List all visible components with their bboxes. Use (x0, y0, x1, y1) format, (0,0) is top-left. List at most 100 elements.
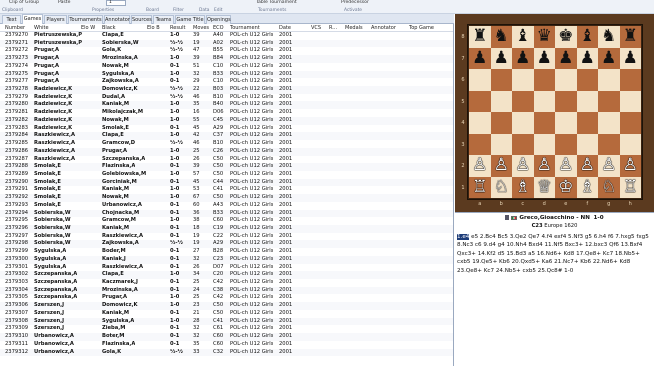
board-square[interactable] (555, 112, 577, 134)
column-header[interactable]: Top Game (408, 24, 434, 32)
black-king-icon[interactable]: ♚ (555, 26, 577, 48)
table-row[interactable]: 2379278 Radziewicz,K Domowicz,K ½-½ 22 B03 POL… (0, 86, 453, 94)
black-pawn-icon[interactable]: ♟ (512, 48, 534, 70)
table-row[interactable]: 2379301 Sygulska,A Raszkiewicz,A 0-1 26 D07 PO… (0, 264, 453, 272)
board-square[interactable] (555, 69, 577, 91)
ribbon-item[interactable]: Paste (58, 0, 70, 5)
ribbon-item[interactable]: Predecessor (341, 0, 369, 5)
tab-text[interactable]: Text (2, 15, 21, 24)
table-row[interactable]: 2379270 Pietruszewska,P Clapa,E 1-0 39 A40 POL… (0, 32, 453, 40)
table-row[interactable]: 2379273 Prugar,A Mrozinska,A 1-0 39 B84 POL-ch… (0, 55, 453, 63)
column-header[interactable]: VCS (310, 24, 321, 32)
board-square[interactable] (598, 112, 620, 134)
white-bishop-icon[interactable]: ♗ (577, 177, 599, 199)
table-row[interactable]: 2379282 Radziewicz,K Nowak,M 1-0 55 C45 POL-ch… (0, 116, 453, 125)
white-queen-icon[interactable]: ♕ (534, 177, 556, 199)
white-pawn-icon[interactable]: ♙ (512, 155, 534, 177)
table-row[interactable]: 2379297 Sobierska,W Raszkiewicz,A 0-1 19 C22 P… (0, 233, 453, 241)
column-header[interactable]: R... (328, 24, 337, 32)
table-row[interactable]: 2379287 Raszkiewicz,A Szczepanska,A 1-0 26 C5… (0, 156, 453, 164)
board-square[interactable] (576, 90, 598, 112)
table-row[interactable]: 2379293 Smolak,E Urbanowicz,A 0-1 60 A43 POL-c… (0, 202, 453, 210)
white-bishop-icon[interactable]: ♗ (512, 177, 534, 199)
column-header[interactable]: Annotator (370, 24, 396, 32)
tab-openings[interactable]: Openings (206, 15, 231, 24)
table-row[interactable]: 2379309 Szerszen,J Zieba,M 0-1 32 C61 POL-ch U… (0, 325, 453, 333)
table-row[interactable]: 2379307 Szerszen,J Kaniak,M 0-1 21 C50 POL-ch … (0, 310, 453, 318)
table-row[interactable]: 2379312 Urbanowicz,A Gola,K ½-½ 33 C32 POL-ch … (0, 348, 453, 357)
white-king-icon[interactable]: ♔ (555, 177, 577, 199)
black-rook-icon[interactable]: ♜ (620, 26, 642, 48)
white-pawn-icon[interactable]: ♙ (555, 155, 577, 177)
tab-game-title[interactable]: Game Title (175, 15, 205, 24)
board-square[interactable] (469, 112, 491, 134)
table-row[interactable]: 2379286 Raszkiewicz,A Prugar,A 1-0 25 C26 POL-… (0, 147, 453, 156)
black-pawn-icon[interactable]: ♟ (491, 48, 513, 70)
board-square[interactable] (619, 69, 641, 91)
board-square[interactable] (533, 90, 555, 112)
black-rook-icon[interactable]: ♜ (469, 26, 491, 48)
board-square[interactable] (490, 133, 512, 155)
white-pawn-icon[interactable]: ♙ (534, 155, 556, 177)
column-header[interactable]: Number (4, 24, 25, 32)
table-row[interactable]: 2379277 Prugar,A Zajkowska,A 0-1 29 C10 POL-ch… (0, 78, 453, 86)
ribbon-item[interactable]: Clip of Group (9, 0, 39, 5)
column-header[interactable]: Elo B (146, 24, 160, 32)
board-square[interactable] (555, 133, 577, 155)
board-square[interactable] (512, 69, 534, 91)
column-header[interactable]: Elo W (80, 24, 95, 32)
board-square[interactable] (576, 112, 598, 134)
board-square[interactable] (490, 90, 512, 112)
table-row[interactable]: 2379306 Szerszen,J Domowicz,K 1-0 23 C50 POL-c… (0, 302, 453, 310)
table-row[interactable]: 2379303 Szczepanska,A Kaczmarek,J 0-1 25 C42 P… (0, 279, 453, 287)
black-knight-icon[interactable]: ♞ (491, 26, 513, 48)
table-row[interactable]: 2379275 Prugar,A Sygulska,A 1-0 32 B33 POL-ch … (0, 70, 453, 79)
black-pawn-icon[interactable]: ♟ (555, 48, 577, 70)
table-row[interactable]: 2379296 Sobierska,W Kaniak,M 0-1 18 C19 POL-ch… (0, 225, 453, 233)
table-row[interactable]: 2379288 Smolak,E Flazinska,A 0-1 39 C50 POL-ch… (0, 163, 453, 171)
table-row[interactable]: 2379311 Urbanowicz,A Flazinska,A 0-1 35 C60 PO… (0, 341, 453, 349)
table-row[interactable]: 2379308 Szerszen,J Sygulska,A 1-0 28 C41 POL-c… (0, 317, 453, 326)
black-queen-icon[interactable]: ♛ (534, 26, 556, 48)
board-square[interactable] (533, 69, 555, 91)
black-pawn-icon[interactable]: ♟ (577, 48, 599, 70)
tab-players[interactable]: Players (44, 15, 67, 24)
board-square[interactable] (512, 90, 534, 112)
move-list[interactable]: 1.e4 e5 2.Bc4 Bc5 3.Qe2 Qe7 4.f4 exf4 5.… (457, 233, 652, 275)
board-square[interactable] (576, 69, 598, 91)
white-pawn-icon[interactable]: ♙ (469, 155, 491, 177)
white-pawn-icon[interactable]: ♙ (491, 155, 513, 177)
board-square[interactable] (490, 69, 512, 91)
column-header[interactable]: ECO (212, 24, 224, 32)
tab-tournaments[interactable]: Tournaments (68, 15, 103, 24)
white-rook-icon[interactable]: ♖ (620, 177, 642, 199)
white-knight-icon[interactable]: ♘ (491, 177, 513, 199)
table-row[interactable]: 2379298 Sobierska,W Zajkowska,A ½-½ 19 A29 POL… (0, 240, 453, 249)
board-square[interactable] (598, 90, 620, 112)
table-row[interactable]: 2379279 Radziewicz,K Dudal,A ½-½ 46 B10 POL-ch… (0, 94, 453, 102)
column-header[interactable]: Medals (344, 24, 363, 32)
table-row[interactable]: 2379310 Urbanowicz,A Boter,M 0-1 32 C60 POL-ch… (0, 333, 453, 341)
table-row[interactable]: 2379304 Szczepanska,A Mrozinska,A 0-1 24 C38 P… (0, 286, 453, 295)
table-row[interactable]: 2379283 Radziewicz,K Smolak,E 0-1 45 A29 POL-c… (0, 125, 453, 133)
black-pawn-icon[interactable]: ♟ (469, 48, 491, 70)
board-square[interactable] (469, 90, 491, 112)
table-row[interactable]: 2379281 Radziewicz,K Mikolajczak,M 1-0 16 D06… (0, 109, 453, 117)
table-row[interactable]: 2379284 Raszkiewicz,A Clapa,E 1-0 42 C37 POL-c… (0, 132, 453, 141)
ribbon-item[interactable]: Table Tournament (256, 0, 297, 5)
table-row[interactable]: 2379290 Smolak,E Gorciniak,M 0-1 45 C44 POL-ch… (0, 178, 453, 187)
move-text[interactable]: e5 2.Bc4 Bc5 3.Qe2 Qe7 4.f4 exf4 5.Nf3 g… (457, 234, 649, 274)
black-pawn-icon[interactable]: ♟ (620, 48, 642, 70)
board-square[interactable] (619, 90, 641, 112)
column-header[interactable]: Date (278, 24, 291, 32)
current-move[interactable]: 1.e4 (457, 234, 470, 240)
table-row[interactable]: 2379285 Raszkiewicz,A Gramcow,D ½-½ 46 B10 POL… (0, 140, 453, 148)
white-pawn-icon[interactable]: ♙ (577, 155, 599, 177)
board-square[interactable] (598, 69, 620, 91)
board-square[interactable] (555, 90, 577, 112)
tab-games[interactable]: Games (22, 14, 43, 24)
column-header[interactable]: Black (101, 24, 116, 32)
table-row[interactable]: 2379271 Pietruszewska,P Sobierska,W ½-½ 19 A0… (0, 39, 453, 48)
board-square[interactable] (619, 112, 641, 134)
column-header[interactable]: White (33, 24, 49, 32)
